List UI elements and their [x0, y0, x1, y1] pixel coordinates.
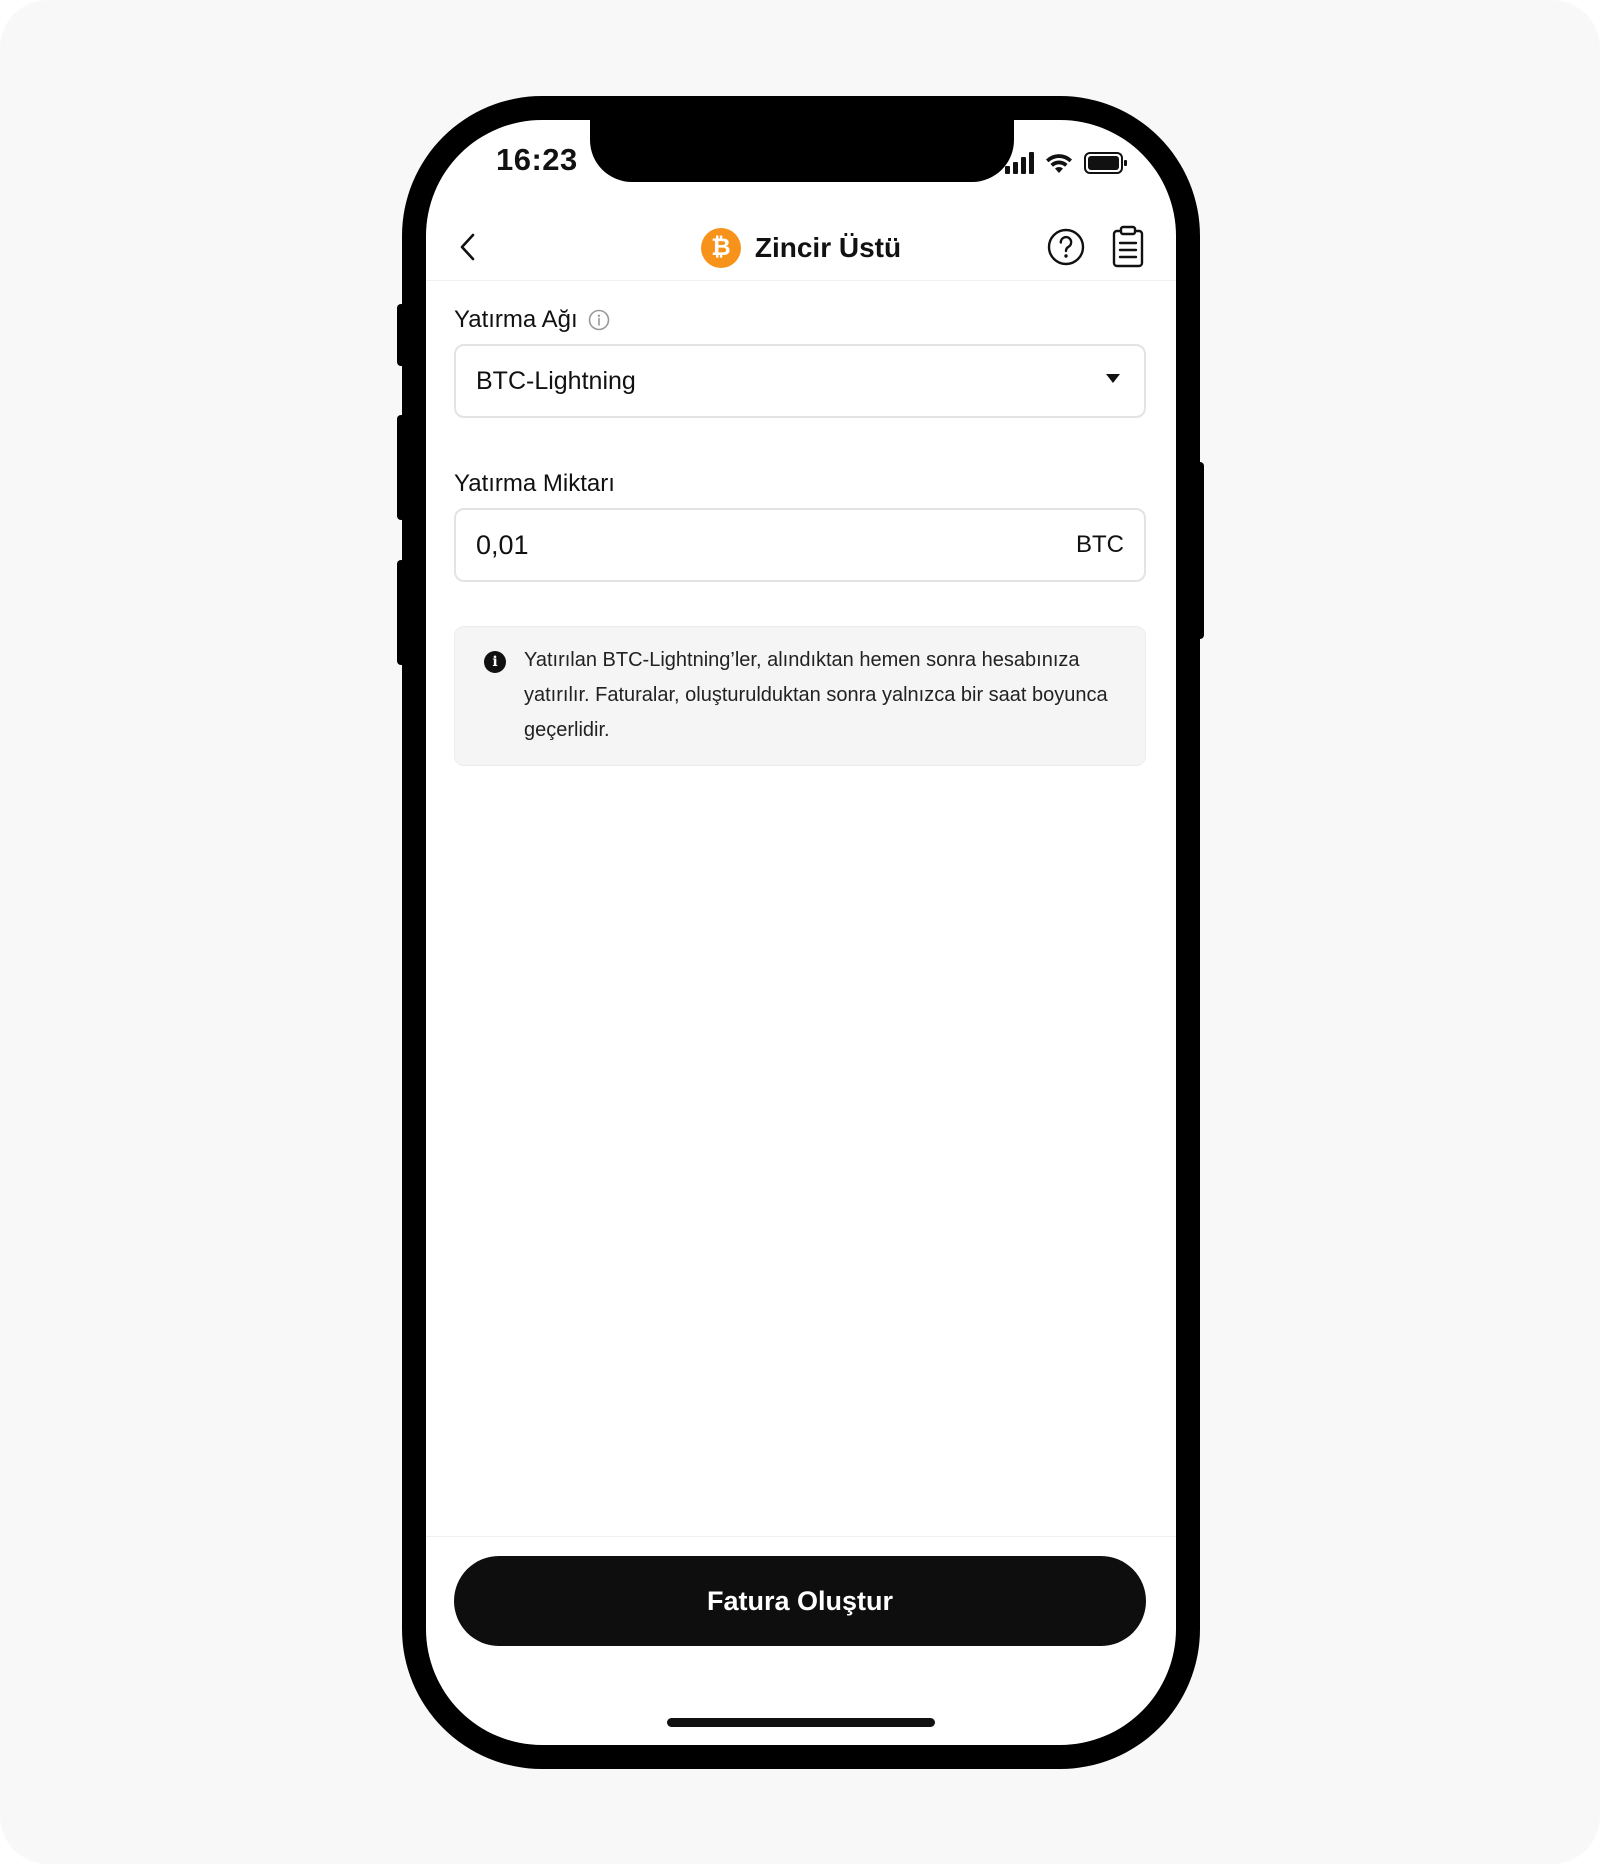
network-label: Yatırma Ağı — [454, 306, 578, 333]
amount-label: Yatırma Miktarı — [454, 470, 615, 497]
cellular-signal-icon — [1005, 152, 1034, 174]
bottom-divider — [426, 1536, 1176, 1537]
phone-frame: 16:23 ₿ Zincir Üstü Yatırma Ağı BTC-Ligh… — [402, 96, 1200, 1769]
amount-label-row: Yatırma Miktarı — [454, 470, 615, 498]
history-button[interactable] — [1110, 225, 1146, 269]
amount-value: 0,01 — [476, 529, 529, 560]
info-outline-icon[interactable] — [588, 309, 610, 331]
notice-text: Yatırılan BTC-Lightning’ler, alındıktan … — [524, 649, 1108, 741]
home-indicator — [667, 1718, 935, 1727]
question-circle-icon — [1047, 228, 1085, 266]
info-notice: i Yatırılan BTC-Lightning’ler, alındıkta… — [454, 626, 1146, 766]
network-select[interactable]: BTC-Lightning — [454, 344, 1146, 418]
page-title: Zincir Üstü — [754, 231, 902, 263]
clipboard-list-icon — [1112, 225, 1144, 268]
battery-icon — [1084, 152, 1127, 174]
bitcoin-logo-icon: ₿ — [700, 227, 741, 268]
help-button[interactable] — [1046, 227, 1086, 267]
phone-screen: 16:23 ₿ Zincir Üstü Yatırma Ağı BTC-Ligh… — [426, 120, 1176, 1745]
amount-input[interactable]: 0,01 BTC — [454, 508, 1146, 582]
wifi-icon — [1046, 154, 1072, 173]
chevron-left-icon — [460, 233, 475, 261]
page-background: 16:23 ₿ Zincir Üstü Yatırma Ağı BTC-Ligh… — [0, 0, 1600, 1864]
network-selected-value: BTC-Lightning — [476, 366, 636, 395]
nav-divider — [426, 280, 1176, 281]
create-invoice-button[interactable]: Fatura Oluştur — [454, 1556, 1146, 1646]
info-filled-icon: i — [484, 651, 506, 673]
amount-unit: BTC — [1076, 531, 1124, 558]
back-button[interactable] — [446, 225, 490, 269]
status-icons — [1005, 148, 1128, 178]
phone-notch — [590, 120, 1014, 182]
network-label-row: Yatırma Ağı — [454, 306, 610, 334]
navigation-bar: ₿ Zincir Üstü — [426, 215, 1176, 280]
status-time: 16:23 — [496, 142, 578, 177]
caret-down-icon — [1106, 374, 1120, 383]
